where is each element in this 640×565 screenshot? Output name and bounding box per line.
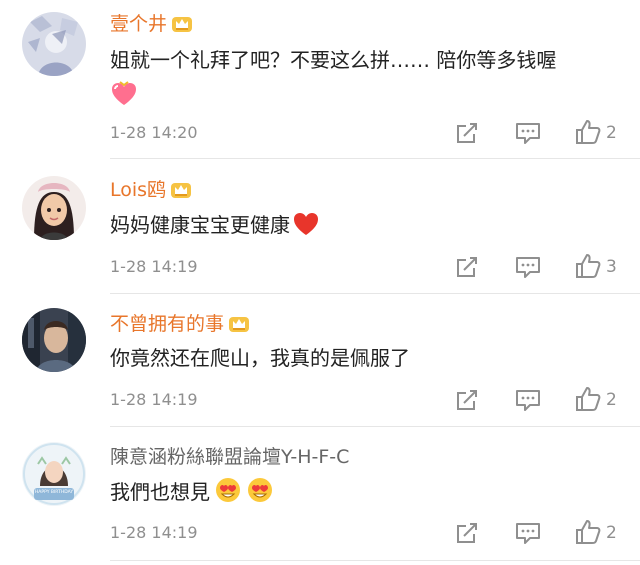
comment-time: 1-28 14:19 xyxy=(110,523,198,542)
avatar-text: HAPPY BIRTHDAY xyxy=(35,489,73,495)
like-count: 3 xyxy=(606,257,617,277)
divider xyxy=(110,293,640,294)
like-icon[interactable] xyxy=(575,253,601,279)
avatar[interactable]: HAPPY BIRTHDAY xyxy=(22,442,86,506)
username[interactable]: 陳意涵粉絲聯盟論壇Y-H-F-C xyxy=(110,445,349,469)
comment-item: HAPPY BIRTHDAY 陳意涵粉絲聯盟論壇Y-H-F-C 我們也想見 1-… xyxy=(0,0,640,561)
avatar[interactable] xyxy=(22,176,86,240)
comment-text: 你竟然还在爬山，我真的是佩服了 xyxy=(110,346,410,370)
comment-time: 1-28 14:19 xyxy=(110,390,198,409)
heart-eyes-emoji xyxy=(210,478,242,504)
like-count: 2 xyxy=(606,390,617,410)
comment-time: 1-28 14:19 xyxy=(110,257,198,276)
avatar[interactable] xyxy=(22,308,86,372)
comment-icon[interactable] xyxy=(515,521,541,545)
share-icon[interactable] xyxy=(455,521,479,545)
comment-text: 妈妈健康宝宝更健康 xyxy=(110,210,319,240)
like-count: 2 xyxy=(606,523,617,543)
comment-icon[interactable] xyxy=(515,388,541,412)
heart-eyes-emoji xyxy=(242,478,274,504)
comment-icon[interactable] xyxy=(515,255,541,279)
divider xyxy=(110,426,640,427)
share-icon[interactable] xyxy=(455,255,479,279)
red-heart-emoji xyxy=(290,213,319,237)
username[interactable]: 不曾拥有的事 xyxy=(110,312,250,339)
like-icon[interactable] xyxy=(575,386,601,412)
crown-badge-icon xyxy=(228,313,250,339)
divider xyxy=(110,560,640,561)
comment-text: 我們也想見 xyxy=(110,476,274,507)
share-icon[interactable] xyxy=(455,388,479,412)
divider xyxy=(110,158,640,159)
crown-badge-icon xyxy=(170,179,192,205)
like-icon[interactable] xyxy=(575,519,601,545)
username[interactable]: Lois鸥 xyxy=(110,178,192,205)
